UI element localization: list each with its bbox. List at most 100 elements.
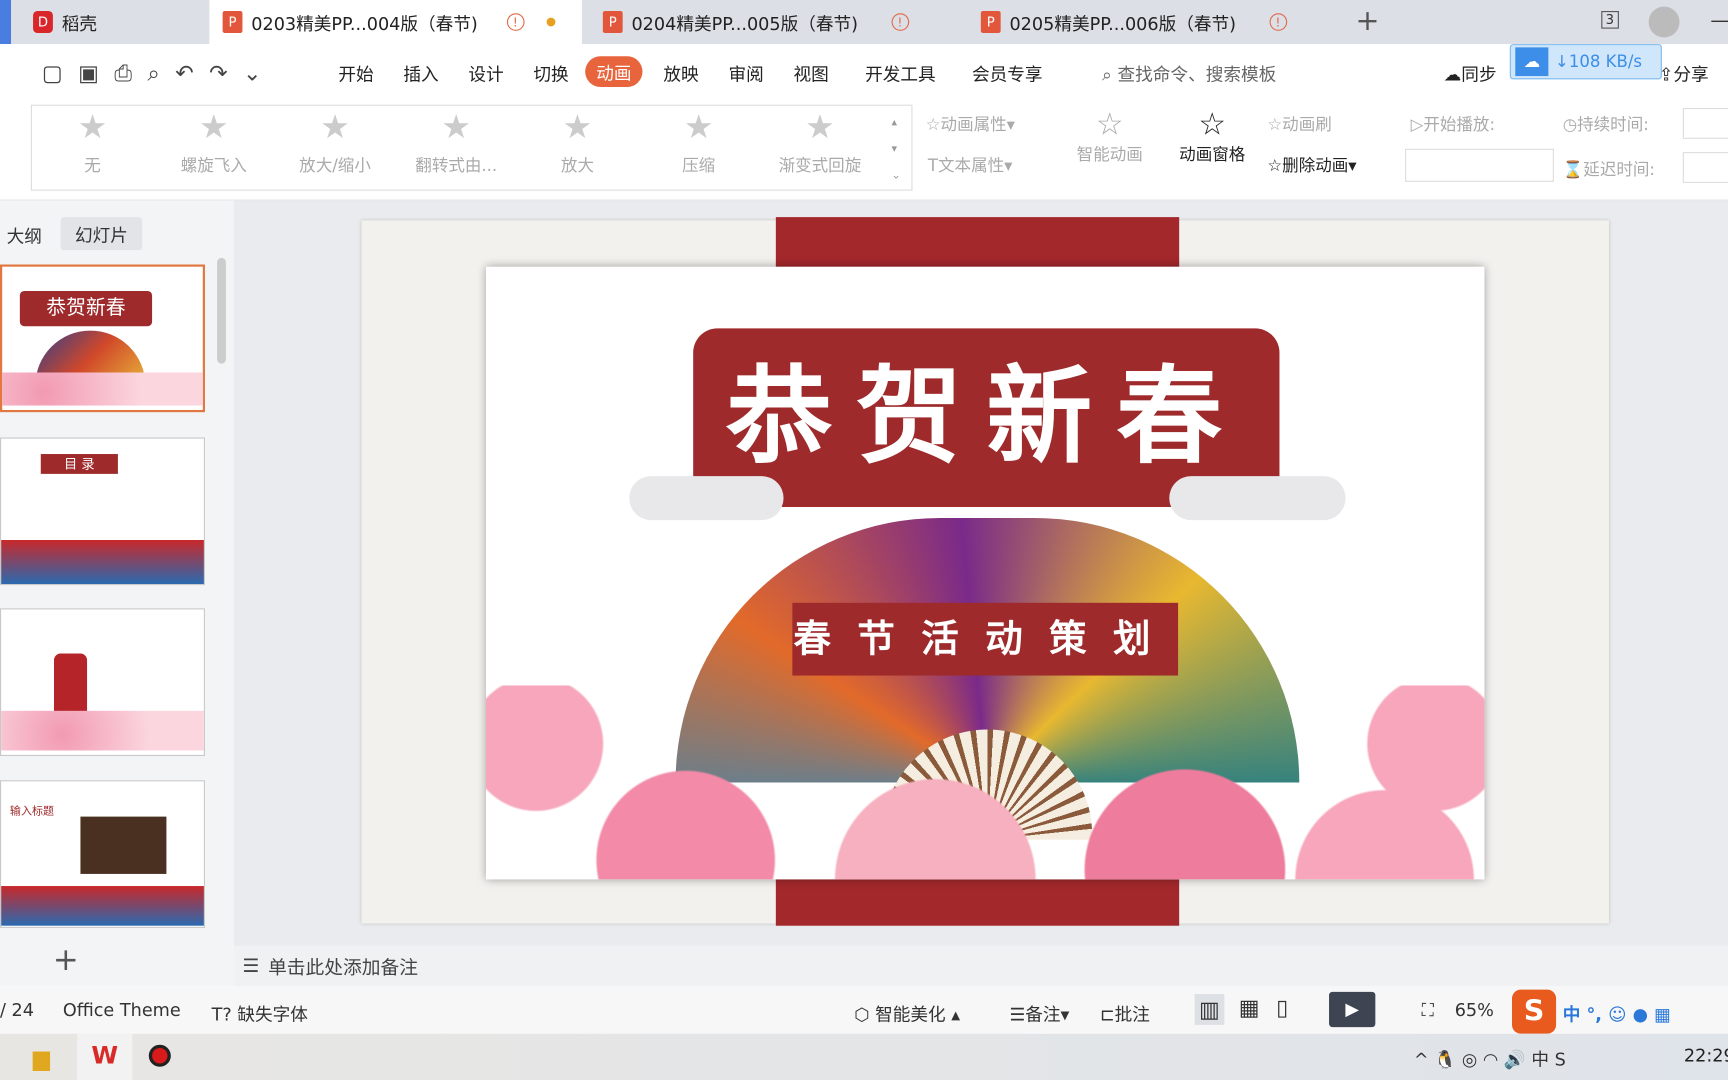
menu-member[interactable]: 会员专享 bbox=[972, 60, 1043, 86]
sogou-icon[interactable]: S bbox=[1511, 989, 1557, 1034]
menu-review[interactable]: 审阅 bbox=[728, 60, 763, 86]
editing-canvas: 恭贺新春 春节活动策划 bbox=[233, 200, 1728, 946]
window-edge bbox=[0, 0, 12, 45]
label: 开始播放: bbox=[1423, 114, 1496, 135]
gallery-item[interactable]: ★ 渐变式回旋 bbox=[759, 106, 880, 192]
slide-thumbnail-2[interactable]: 目 录 bbox=[0, 437, 205, 586]
label: 备注 bbox=[1025, 1003, 1061, 1025]
thumb-title: 恭贺新春 bbox=[19, 290, 153, 327]
gallery-item[interactable]: ★ 螺旋飞入 bbox=[153, 106, 274, 192]
sorter-view-button[interactable]: ▦ bbox=[1239, 994, 1260, 1020]
label: 智能美化 bbox=[875, 1003, 946, 1025]
notes-bar[interactable]: ☰ 单击此处添加备注 bbox=[233, 945, 1728, 987]
page-indicator: / 24 bbox=[0, 999, 34, 1021]
slide-thumbnail-4[interactable]: 输入标题 bbox=[0, 780, 205, 928]
delay-label: ⌛延迟时间: bbox=[1562, 159, 1655, 180]
slide-thumbnail-3[interactable] bbox=[0, 608, 205, 756]
menu-start[interactable]: 开始 bbox=[338, 60, 373, 86]
tab-slides[interactable]: 幻灯片 bbox=[60, 217, 143, 251]
thumb-photo bbox=[80, 816, 167, 874]
cloud-icon: ☁ bbox=[1515, 47, 1549, 77]
label: 动画窗格 bbox=[1179, 144, 1246, 165]
star-icon: ★ bbox=[77, 107, 108, 147]
tab-doc-0204[interactable]: P 0204精美PP...005版（春节) ! bbox=[590, 0, 959, 44]
tray-icons[interactable]: ^ 🐧 ◎ ◠ 🔊 中 S bbox=[1414, 1045, 1566, 1071]
window-count[interactable]: 3 bbox=[1601, 11, 1619, 29]
tab-outline[interactable]: 大纲 bbox=[7, 222, 42, 248]
text-props-button[interactable]: T文本属性▾ bbox=[928, 153, 1013, 176]
comment-button[interactable]: ⊏批注 bbox=[1100, 1000, 1150, 1026]
smart-anim-button[interactable]: ☆ 智能动画 bbox=[1069, 106, 1151, 166]
new-tab-button[interactable]: + bbox=[1356, 4, 1380, 37]
gallery-item[interactable]: ★ 压缩 bbox=[638, 106, 759, 192]
menu-slideshow[interactable]: 放映 bbox=[663, 60, 698, 86]
anim-props-button[interactable]: ☆动画属性▾ bbox=[926, 112, 1015, 135]
slide-thumbnail-1[interactable]: 恭贺新春 bbox=[0, 264, 205, 413]
taskbar: ▆ W ^ 🐧 ◎ ◠ 🔊 中 S 22:29 bbox=[0, 1033, 1728, 1080]
tab-doc-0205[interactable]: P 0205精美PP...006版（春节) ! bbox=[968, 0, 1340, 44]
clock[interactable]: 22:29 bbox=[1684, 1045, 1728, 1066]
anim-pane-button[interactable]: ☆ 动画窗格 bbox=[1175, 106, 1250, 166]
zoom-level[interactable]: 65% bbox=[1455, 1000, 1494, 1021]
gallery-item[interactable]: ★ 无 bbox=[32, 106, 153, 192]
gallery-label: 螺旋飞入 bbox=[180, 155, 247, 176]
tab-docer[interactable]: D 稻壳 bbox=[20, 0, 207, 44]
delete-anim-button[interactable]: ☆删除动画▾ bbox=[1267, 153, 1356, 176]
gallery-item[interactable]: ★ 放大 bbox=[517, 106, 638, 192]
delay-input[interactable] bbox=[1682, 152, 1728, 183]
avatar[interactable] bbox=[1648, 6, 1680, 38]
ime-toolbar[interactable]: 中 °, ☺ ● ▦ bbox=[1563, 1000, 1671, 1026]
star-icon: ☆ bbox=[1198, 105, 1227, 143]
gallery-label: 放大 bbox=[560, 155, 594, 176]
menu-transition[interactable]: 切换 bbox=[533, 60, 568, 86]
anim-brush-button[interactable]: ☆动画刷 bbox=[1267, 112, 1331, 135]
tab-doc-0203[interactable]: P 0203精美PP...004版（春节) ! bbox=[209, 0, 582, 45]
gallery-label: 翻转式由... bbox=[415, 155, 498, 176]
slide[interactable]: 恭贺新春 春节活动策划 bbox=[485, 266, 1485, 880]
tab-label: 0203精美PP...004版（春节) bbox=[251, 13, 478, 35]
label: 智能动画 bbox=[1076, 144, 1143, 165]
label: 动画属性 bbox=[940, 114, 1007, 135]
panel-scrollbar[interactable] bbox=[217, 257, 226, 364]
gallery-label: 渐变式回旋 bbox=[778, 155, 862, 176]
cloud-left bbox=[629, 476, 784, 521]
gallery-item[interactable]: ★ 放大/缩小 bbox=[274, 106, 395, 192]
theme-name[interactable]: Office Theme bbox=[63, 1000, 181, 1021]
notes-toggle[interactable]: ☰备注▾ bbox=[1009, 1000, 1069, 1026]
duration-input[interactable] bbox=[1682, 107, 1728, 139]
search-box[interactable]: ⌕ 查找命令、搜索模板 bbox=[1102, 60, 1276, 86]
minimize-button[interactable]: — bbox=[1710, 9, 1728, 32]
start-play-label: ▷开始播放: bbox=[1410, 114, 1496, 135]
slide-panel: 大纲 幻灯片 恭贺新春 目 录 输入标题 + bbox=[0, 200, 234, 987]
wps-icon[interactable]: W bbox=[77, 1033, 133, 1080]
gallery-label: 压缩 bbox=[682, 155, 716, 176]
gallery-item[interactable]: ★ 翻转式由... bbox=[396, 106, 517, 192]
share-button[interactable]: ⇪分享 bbox=[1659, 60, 1709, 86]
missing-font-button[interactable]: T? 缺失字体 bbox=[212, 1000, 308, 1026]
label: 持续时间: bbox=[1577, 114, 1649, 135]
record-icon[interactable] bbox=[148, 1044, 171, 1067]
warning-icon: ! bbox=[1269, 13, 1287, 31]
normal-view-button[interactable]: ▥ bbox=[1194, 994, 1225, 1025]
start-play-select[interactable] bbox=[1405, 148, 1554, 182]
menu-developer[interactable]: 开发工具 bbox=[865, 60, 936, 86]
notes-placeholder: 单击此处添加备注 bbox=[268, 957, 418, 980]
reading-view-button[interactable]: ▯ bbox=[1276, 994, 1288, 1020]
tab-label: 0205精美PP...006版（春节) bbox=[1009, 13, 1237, 35]
fit-icon[interactable]: ⛶ bbox=[1422, 1000, 1434, 1022]
download-speed-widget[interactable]: ☁ ↓108 KB/s bbox=[1509, 44, 1662, 80]
slide-subtitle[interactable]: 春节活动策划 bbox=[792, 602, 1179, 676]
gallery-scroll[interactable]: ▴ ▾ ⌄ bbox=[892, 110, 901, 189]
menu-view[interactable]: 视图 bbox=[793, 60, 828, 86]
quick-access-icons[interactable]: ▢▣⎙⌕↶↷⌄ bbox=[42, 60, 277, 86]
sync-button[interactable]: ☁同步 bbox=[1444, 60, 1497, 86]
beautify-button[interactable]: ⬡ 智能美化 ▴ bbox=[854, 1000, 960, 1026]
gallery-label: 无 bbox=[84, 155, 101, 176]
play-button[interactable]: ▶ bbox=[1329, 991, 1376, 1028]
menu-animation[interactable]: 动画 bbox=[585, 56, 643, 88]
add-slide-button[interactable]: + bbox=[53, 941, 79, 977]
explorer-icon[interactable]: ▆ bbox=[33, 1045, 50, 1071]
menu-design[interactable]: 设计 bbox=[468, 60, 503, 86]
menu-insert[interactable]: 插入 bbox=[403, 60, 438, 86]
star-icon: ★ bbox=[320, 107, 350, 147]
